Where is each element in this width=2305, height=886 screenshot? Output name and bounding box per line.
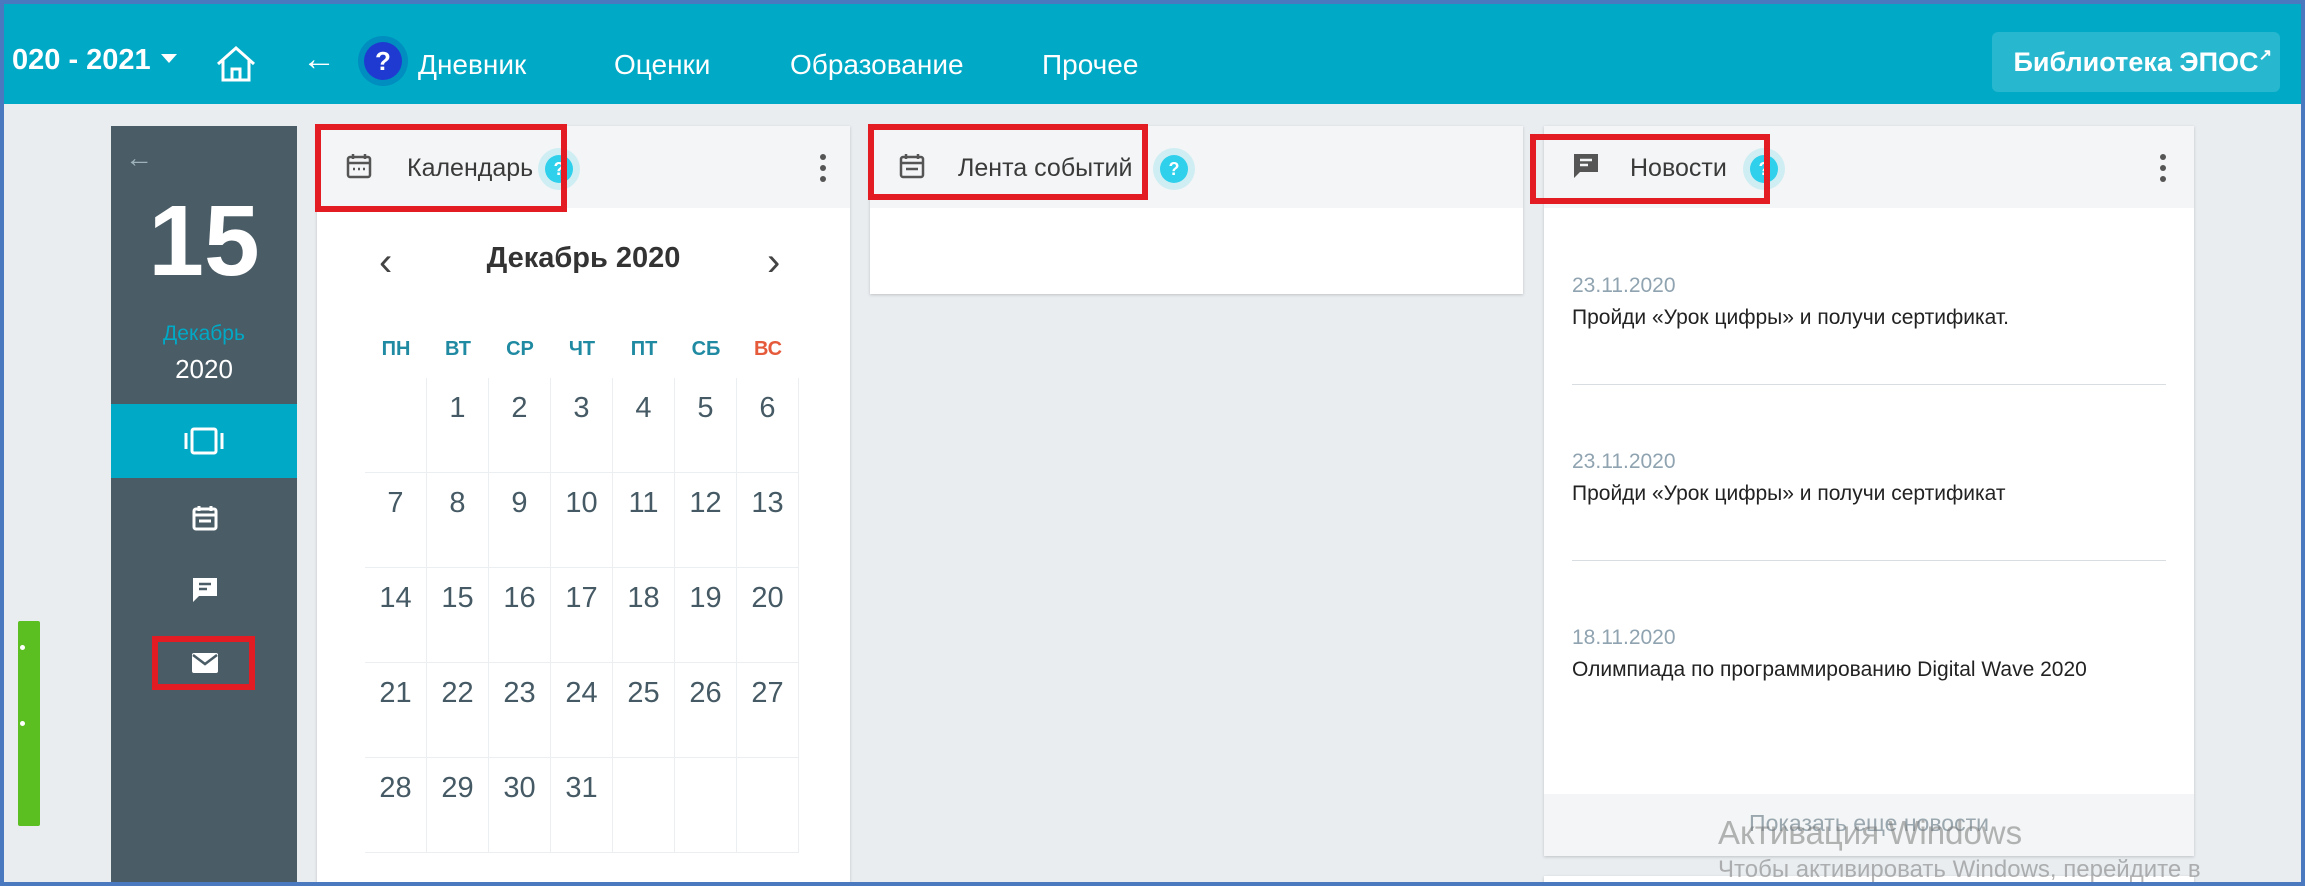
news-headline[interactable]: Пройди «Урок цифры» и получи сертификат.: [1572, 306, 2009, 330]
more-vert-icon[interactable]: [820, 154, 826, 187]
calendar-day[interactable]: 8: [427, 473, 489, 568]
date-sidebar: ← 15 Декабрь 2020: [111, 126, 297, 882]
weekday-header: СБ: [691, 338, 721, 360]
highlight-box: [315, 124, 567, 212]
calendar-day[interactable]: 11: [613, 473, 675, 568]
weekday-header: ПТ: [630, 338, 658, 360]
nav-grades[interactable]: Оценки: [614, 49, 710, 81]
calendar-day[interactable]: 2: [489, 378, 551, 473]
top-bar: 020 - 2021 ← ? Дневник Оценки Образовани…: [4, 4, 2301, 104]
news-card: Новости ? 23.11.2020 Пройди «Урок цифры»…: [1530, 126, 2194, 856]
side-feedback-tab[interactable]: [18, 621, 40, 826]
nav-diary[interactable]: Дневник: [418, 49, 526, 81]
weekday-header: ВС: [753, 338, 783, 360]
school-year-selector[interactable]: 020 - 2021: [12, 44, 151, 77]
news-date: 23.11.2020: [1572, 274, 1676, 297]
back-arrow-icon[interactable]: ←: [125, 142, 153, 174]
windows-activation-title: Активация Windows: [1718, 814, 2023, 851]
divider: [1572, 560, 2166, 561]
calendar-day[interactable]: 6: [737, 378, 799, 473]
external-link-icon: ↗: [2258, 47, 2272, 64]
calendar-card: Календарь ? ‹ › Декабрь 2020 ПН ВТ СР ЧТ ПТ С…: [315, 124, 850, 882]
current-month: Декабрь: [163, 322, 245, 345]
card-view-icon: [184, 427, 224, 455]
news-date: 18.11.2020: [1572, 626, 1676, 649]
chevron-down-icon[interactable]: [161, 54, 177, 63]
calendar-day[interactable]: 3: [551, 378, 613, 473]
sidebar-item-cards[interactable]: [111, 404, 297, 478]
library-button-label: Библиотека ЭПОС: [2013, 47, 2259, 77]
help-icon[interactable]: ?: [364, 42, 402, 80]
news-date: 23.11.2020: [1572, 450, 1676, 473]
calendar-day[interactable]: 4: [613, 378, 675, 473]
weekday-header: ПН: [381, 338, 411, 360]
dot-icon: [20, 721, 25, 726]
calendar-day[interactable]: 25: [613, 663, 675, 758]
calendar-day[interactable]: 27: [737, 663, 799, 758]
news-headline[interactable]: Олимпиада по программированию Digital Wa…: [1572, 658, 2087, 682]
calendar-day[interactable]: 30: [489, 758, 551, 853]
current-year: 2020: [175, 354, 233, 384]
calendar-day[interactable]: 5: [675, 378, 737, 473]
calendar-day[interactable]: 19: [675, 568, 737, 663]
calendar-day[interactable]: 31: [551, 758, 613, 853]
weekday-header: ВТ: [445, 338, 471, 360]
calendar-empty-cell: [365, 378, 427, 473]
home-icon[interactable]: [214, 42, 258, 86]
calendar-day[interactable]: 1: [427, 378, 489, 473]
app-window: 020 - 2021 ← ? Дневник Оценки Образовани…: [0, 0, 2305, 886]
weekday-header: ЧТ: [568, 338, 596, 360]
calendar-day[interactable]: 24: [551, 663, 613, 758]
calendar-month-label: Декабрь 2020: [486, 242, 681, 274]
dot-icon: [20, 645, 25, 650]
calendar-day[interactable]: 17: [551, 568, 613, 663]
nav-other[interactable]: Прочее: [1042, 49, 1138, 81]
highlight-box: [152, 636, 255, 690]
calendar-day[interactable]: 12: [675, 473, 737, 568]
highlight-box: [1530, 134, 1770, 204]
calendar-day[interactable]: 16: [489, 568, 551, 663]
more-vert-icon[interactable]: [2160, 154, 2166, 187]
calendar-day[interactable]: 26: [675, 663, 737, 758]
calendar-day[interactable]: 7: [365, 473, 427, 568]
calendar-day[interactable]: 18: [613, 568, 675, 663]
calendar-empty-cell: [675, 758, 737, 853]
calendar-day[interactable]: 14: [365, 568, 427, 663]
calendar-icon[interactable]: [191, 504, 219, 532]
calendar-day[interactable]: 23: [489, 663, 551, 758]
calendar-day[interactable]: 20: [737, 568, 799, 663]
calendar-empty-cell: [613, 758, 675, 853]
calendar-day[interactable]: 15: [427, 568, 489, 663]
calendar-day[interactable]: 29: [427, 758, 489, 853]
nav-education[interactable]: Образование: [790, 49, 964, 81]
calendar-day[interactable]: 28: [365, 758, 427, 853]
calendar-day[interactable]: 22: [427, 663, 489, 758]
divider: [1572, 384, 2166, 385]
windows-activation-text: Чтобы активировать Windows, перейдите в: [1718, 856, 2201, 883]
calendar-day[interactable]: 21: [365, 663, 427, 758]
news-headline[interactable]: Пройди «Урок цифры» и получи сертификат: [1572, 482, 2005, 506]
calendar-day[interactable]: 10: [551, 473, 613, 568]
weekday-header: СР: [506, 338, 534, 360]
current-day: 15: [148, 185, 260, 297]
highlight-box: [868, 124, 1148, 200]
back-arrow-icon[interactable]: ←: [302, 40, 336, 79]
calendar-day[interactable]: 13: [737, 473, 799, 568]
events-card: Лента событий ?: [868, 124, 1523, 294]
calendar-empty-cell: [737, 758, 799, 853]
help-icon[interactable]: ?: [1160, 155, 1188, 183]
calendar-day[interactable]: 9: [489, 473, 551, 568]
feedback-icon[interactable]: [191, 576, 219, 604]
library-button[interactable]: Библиотека ЭПОС ↗: [1992, 32, 2280, 92]
